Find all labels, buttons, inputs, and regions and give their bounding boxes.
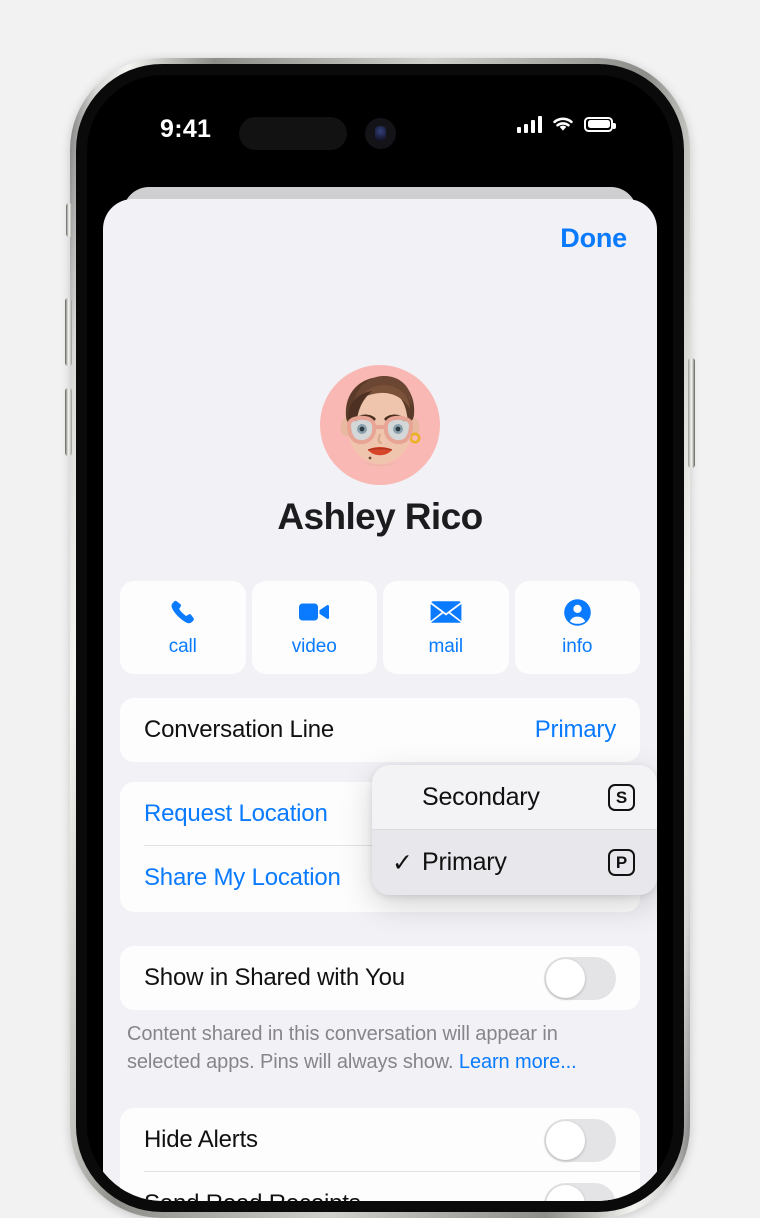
phone-icon [169, 597, 197, 627]
status-bar-clock: 9:41 [160, 115, 212, 143]
send-read-receipts-row[interactable]: Send Read Receipts [120, 1172, 640, 1201]
status-bar: 9:41 [87, 75, 673, 187]
mail-button-label: mail [428, 636, 464, 657]
info-button[interactable]: info [514, 581, 640, 674]
video-camera-icon [299, 597, 330, 627]
hide-alerts-row[interactable]: Hide Alerts [120, 1108, 640, 1172]
cellular-signal-icon [516, 115, 542, 133]
hide-alerts-label: Hide Alerts [144, 1126, 258, 1153]
conversation-line-label: Conversation Line [144, 716, 335, 743]
dynamic-island [239, 117, 347, 150]
alerts-group: Hide Alerts Send Read Receipts [120, 1108, 640, 1201]
show-in-shared-with-you-row[interactable]: Show in Shared with You [120, 946, 640, 1010]
menu-checkmark-icon: ✓ [392, 848, 413, 877]
send-read-receipts-toggle[interactable] [544, 1182, 616, 1201]
menu-item-primary[interactable]: ✓ Primary P [372, 830, 657, 895]
memoji-avatar[interactable] [320, 365, 440, 485]
front-camera-icon [365, 118, 396, 149]
envelope-icon [430, 597, 462, 627]
send-read-receipts-label: Send Read Receipts [144, 1190, 361, 1201]
menu-item-secondary-label: Secondary [422, 783, 540, 811]
quick-actions-row: call video mail info [120, 581, 640, 674]
show-in-shared-with-you-label: Show in Shared with You [144, 964, 405, 991]
secondary-line-badge-icon: S [608, 784, 635, 811]
show-in-shared-with-you-toggle[interactable] [544, 956, 616, 1000]
shared-with-you-group: Show in Shared with You [120, 946, 640, 1010]
video-button-label: video [291, 636, 337, 657]
battery-full-icon [584, 116, 616, 132]
person-circle-icon [563, 597, 592, 627]
wifi-icon [553, 117, 573, 131]
conversation-line-menu: Secondary S ✓ Primary P [372, 765, 657, 895]
contact-name: Ashley Rico [277, 496, 483, 537]
learn-more-link[interactable]: Learn more... [459, 1051, 577, 1073]
silent-switch-button[interactable] [66, 203, 72, 237]
shared-with-you-note: Content shared in this conversation will… [127, 1020, 635, 1076]
call-button[interactable]: call [120, 581, 246, 674]
share-my-location-label: Share My Location [144, 864, 341, 891]
video-button[interactable]: video [251, 581, 377, 674]
hide-alerts-toggle[interactable] [544, 1118, 616, 1162]
status-bar-icons [516, 115, 616, 133]
volume-down-button[interactable] [65, 388, 72, 456]
menu-item-secondary[interactable]: Secondary S [372, 765, 657, 830]
mail-button[interactable]: mail [383, 581, 509, 674]
volume-up-button[interactable] [65, 298, 72, 366]
request-location-label: Request Location [144, 800, 328, 827]
call-button-label: call [168, 636, 197, 657]
primary-line-badge-icon: P [608, 849, 635, 876]
conversation-line-group: Conversation Line Primary [120, 698, 640, 762]
iphone-device: 9:41 Done Ashley Rico call video mail in… [65, 58, 695, 1218]
phone-screen: 9:41 Done Ashley Rico call video mail in… [87, 75, 673, 1201]
done-button[interactable]: Done [560, 223, 627, 254]
contact-details-sheet: Done Ashley Rico call video mail info Co… [103, 199, 657, 1201]
menu-item-primary-label: Primary [422, 848, 507, 876]
power-button[interactable] [688, 358, 695, 468]
conversation-line-value: Primary [534, 716, 616, 743]
info-button-label: info [562, 636, 593, 657]
conversation-line-row[interactable]: Conversation Line Primary [120, 698, 640, 762]
